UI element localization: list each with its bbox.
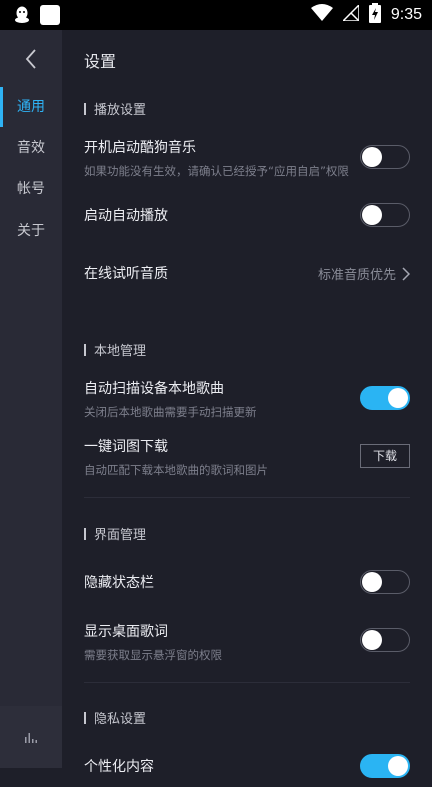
equalizer-icon: [25, 733, 37, 743]
hide-statusbar-toggle[interactable]: [360, 570, 410, 594]
autoscan-toggle[interactable]: [360, 386, 410, 410]
section-header-local: 本地管理: [84, 340, 146, 359]
autoplay-toggle[interactable]: [360, 203, 410, 227]
settings-sidebar: 通用 音效 帐号 关于: [0, 30, 62, 768]
sidebar-item-general[interactable]: 通用: [0, 87, 62, 127]
status-bar: 9:35: [0, 0, 432, 30]
setting-personalized-content[interactable]: 个性化内容: [84, 754, 410, 787]
wifi-icon: [310, 4, 333, 26]
section-header-privacy: 隐私设置: [84, 708, 146, 727]
app-icon: [40, 5, 60, 25]
qq-icon: [12, 5, 32, 25]
sidebar-item-sound-effects[interactable]: 音效: [0, 128, 62, 168]
desktop-lyrics-toggle[interactable]: [360, 628, 410, 652]
settings-content: 设置 播放设置 开机启动酷狗音乐 如果功能没有生效，请确认已经授予“应用自启”权…: [62, 30, 432, 778]
section-header-playback: 播放设置: [84, 99, 146, 118]
personalized-toggle[interactable]: [360, 754, 410, 778]
page-title: 设置: [84, 52, 117, 71]
setting-listening-quality[interactable]: 在线试听音质 标准音质优先: [84, 264, 410, 288]
back-button[interactable]: [18, 44, 44, 74]
setting-autoscan[interactable]: 自动扫描设备本地歌曲 关闭后本地歌曲需要手动扫描更新: [84, 378, 410, 426]
active-indicator: [0, 87, 3, 127]
sidebar-item-about[interactable]: 关于: [0, 211, 62, 251]
setting-desktop-lyrics[interactable]: 显示桌面歌词 需要获取显示悬浮窗的权限: [84, 621, 410, 669]
section-header-ui: 界面管理: [84, 524, 146, 543]
setting-lyrics-download[interactable]: 一键词图下载 自动匹配下载本地歌曲的歌词和图片 下载: [84, 436, 410, 484]
battery-charging-icon: [368, 3, 381, 27]
no-signal-icon: [341, 3, 360, 25]
autostart-toggle[interactable]: [360, 145, 410, 169]
divider: [84, 682, 410, 683]
setting-autoplay[interactable]: 启动自动播放: [84, 203, 410, 236]
setting-hide-statusbar[interactable]: 隐藏状态栏: [84, 570, 410, 603]
download-button[interactable]: 下载: [360, 444, 410, 468]
quality-value[interactable]: 标准音质优先: [318, 264, 410, 283]
chevron-right-icon: [402, 266, 410, 281]
chevron-left-icon: [25, 49, 36, 69]
clock: 9:35: [390, 6, 422, 23]
sidebar-item-account[interactable]: 帐号: [0, 169, 62, 209]
audio-visualizer-button[interactable]: [0, 706, 62, 768]
divider: [84, 497, 410, 498]
setting-autostart[interactable]: 开机启动酷狗音乐 如果功能没有生效，请确认已经授予“应用自启”权限: [84, 137, 410, 185]
